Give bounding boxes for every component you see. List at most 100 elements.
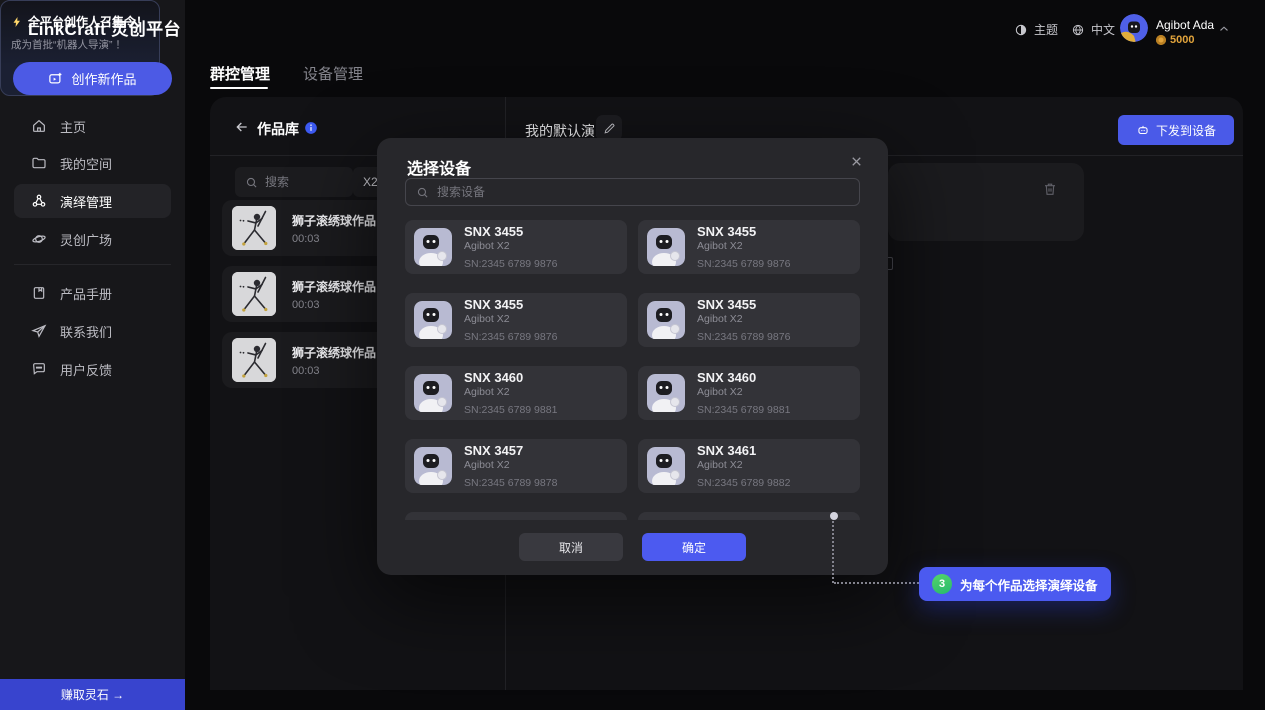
create-work-button[interactable]: 创作新作品 [13, 62, 172, 95]
device-card[interactable]: SNX 3457 Agibot X2 SN:2345 6789 9878 [405, 439, 627, 493]
cancel-button[interactable]: 取消 [519, 533, 623, 561]
device-model: Agibot X2 [464, 240, 557, 252]
close-icon[interactable] [849, 154, 864, 169]
device-sn: SN:2345 6789 9878 [464, 477, 557, 489]
work-title: 狮子滚绣球作品 [292, 344, 376, 361]
work-thumbnail [232, 272, 276, 316]
performance-slot-card [888, 163, 1084, 241]
user-avatar[interactable] [1120, 14, 1148, 42]
step-number-badge: 3 [932, 574, 952, 594]
sidebar-item-performance-mgmt[interactable]: 演绎管理 [14, 184, 171, 218]
work-duration: 00:03 [292, 365, 376, 377]
sidebar: LinkCraft 灵创平台 创作新作品 主页 我的空间 [0, 0, 185, 710]
device-list: SNX 3455 Agibot X2 SN:2345 6789 9876 SNX… [405, 220, 860, 520]
app-logo: LinkCraft 灵创平台 [28, 15, 181, 40]
active-tab-underline [210, 87, 268, 89]
robot-avatar [414, 374, 452, 412]
language-switch[interactable]: 中文 [1071, 21, 1115, 38]
device-search[interactable] [405, 178, 860, 206]
library-title: 作品库 [257, 119, 299, 139]
send-icon [31, 323, 47, 339]
device-name: SNX 3455 [697, 225, 790, 238]
search-icon [416, 186, 429, 199]
create-work-label: 创作新作品 [71, 69, 136, 88]
connector-horizontal-dotted-line [834, 582, 919, 584]
device-name: SNX 3461 [697, 444, 790, 457]
library-search-input[interactable] [265, 175, 335, 189]
planet-icon [31, 231, 47, 247]
robot-avatar [414, 228, 452, 266]
device-name: SNX 3455 [464, 298, 557, 311]
sidebar-item-my-space[interactable]: 我的空间 [14, 146, 171, 180]
device-grid: SNX 3455 Agibot X2 SN:2345 6789 9876 SNX… [405, 220, 860, 493]
back-arrow-icon[interactable] [234, 119, 250, 135]
robot-head-icon [1136, 123, 1150, 137]
select-device-modal: 选择设备 SNX 3455 Agibot X2 SN:2345 6789 987… [377, 138, 888, 575]
device-card-partial [638, 512, 860, 520]
device-model: Agibot X2 [464, 386, 557, 398]
home-icon [31, 118, 47, 134]
device-card[interactable]: SNX 3455 Agibot X2 SN:2345 6789 9876 [405, 293, 627, 347]
robot-avatar [647, 301, 685, 339]
device-sn: SN:2345 6789 9876 [697, 331, 790, 343]
connector-dot [830, 512, 838, 520]
trash-icon[interactable] [1042, 181, 1058, 197]
device-model: Agibot X2 [697, 386, 790, 398]
sidebar-item-contact[interactable]: 联系我们 [14, 314, 171, 348]
sidebar-item-label: 我的空间 [60, 154, 112, 173]
modal-title: 选择设备 [407, 155, 471, 179]
coin-icon [1156, 35, 1166, 45]
sidebar-item-label: 演绎管理 [60, 192, 112, 211]
info-icon[interactable] [304, 121, 318, 135]
device-row-partial [405, 493, 860, 520]
lightning-icon [11, 16, 23, 28]
sidebar-item-manual[interactable]: 产品手册 [14, 276, 171, 310]
device-sn: SN:2345 6789 9876 [464, 331, 557, 343]
search-icon [245, 176, 258, 189]
device-card[interactable]: SNX 3460 Agibot X2 SN:2345 6789 9881 [405, 366, 627, 420]
robot-avatar [414, 447, 452, 485]
device-card[interactable]: SNX 3461 Agibot X2 SN:2345 6789 9882 [638, 439, 860, 493]
device-search-input[interactable] [437, 185, 849, 199]
library-search[interactable] [235, 167, 353, 197]
sidebar-divider [14, 264, 171, 265]
confirm-button[interactable]: 确定 [642, 533, 746, 561]
device-card[interactable]: SNX 3455 Agibot X2 SN:2345 6789 9876 [638, 220, 860, 274]
device-card[interactable]: SNX 3460 Agibot X2 SN:2345 6789 9881 [638, 366, 860, 420]
sidebar-item-home[interactable]: 主页 [14, 109, 171, 143]
connector-vertical-dotted-line [832, 521, 834, 583]
user-name: Agibot Ada [1156, 18, 1214, 32]
deploy-to-device-button[interactable]: 下发到设备 [1118, 115, 1234, 145]
work-duration: 00:03 [292, 233, 376, 245]
pencil-icon [603, 122, 616, 135]
theme-toggle[interactable]: 主题 [1014, 21, 1058, 38]
chevron-up-icon[interactable] [1217, 22, 1231, 36]
device-model: Agibot X2 [464, 459, 557, 471]
device-name: SNX 3460 [464, 371, 557, 384]
device-card[interactable]: SNX 3455 Agibot X2 SN:2345 6789 9876 [405, 220, 627, 274]
onboarding-step-tooltip[interactable]: 3 为每个作品选择演绎设备 [919, 567, 1111, 601]
feedback-icon [31, 361, 47, 377]
device-sn: SN:2345 6789 9881 [697, 404, 790, 416]
sidebar-item-feedback[interactable]: 用户反馈 [14, 352, 171, 386]
robot-avatar [414, 301, 452, 339]
sidebar-item-label: 用户反馈 [60, 360, 112, 379]
sidebar-item-label: 联系我们 [60, 322, 112, 341]
tab-group-control[interactable]: 群控管理 [210, 63, 270, 84]
theme-icon [1014, 23, 1028, 37]
theme-label: 主题 [1034, 21, 1058, 38]
credits-value: 5000 [1170, 34, 1194, 46]
network-icon [31, 193, 47, 209]
sidebar-item-plaza[interactable]: 灵创广场 [14, 222, 171, 256]
device-card-partial [405, 512, 627, 520]
library-filter-value: X2 [363, 175, 378, 189]
device-model: Agibot X2 [697, 240, 790, 252]
device-sn: SN:2345 6789 9881 [464, 404, 557, 416]
device-card[interactable]: SNX 3455 Agibot X2 SN:2345 6789 9876 [638, 293, 860, 347]
device-sn: SN:2345 6789 9876 [697, 258, 790, 270]
work-title: 狮子滚绣球作品 [292, 278, 376, 295]
device-sn: SN:2345 6789 9882 [697, 477, 790, 489]
tab-device-mgmt[interactable]: 设备管理 [303, 63, 363, 84]
step-tooltip-text: 为每个作品选择演绎设备 [960, 575, 1098, 594]
device-name: SNX 3460 [697, 371, 790, 384]
